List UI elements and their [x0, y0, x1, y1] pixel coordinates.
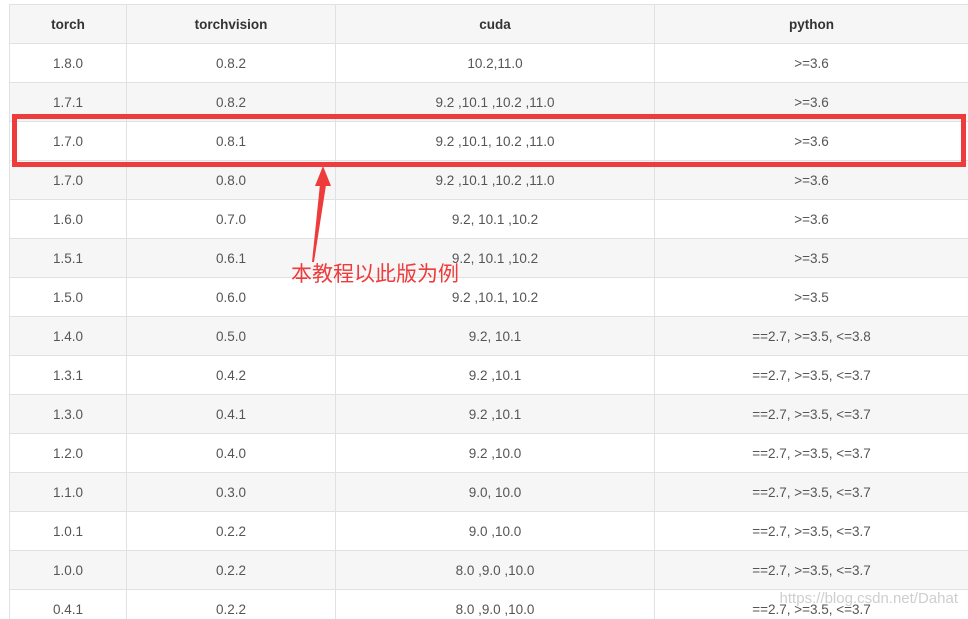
cell-torchvision: 0.4.1: [126, 394, 336, 434]
cell-cuda: 9.2, 10.1: [335, 316, 655, 356]
cell-torchvision: 0.8.2: [126, 43, 336, 83]
cell-torchvision: 0.2.2: [126, 589, 336, 619]
cell-cuda: 10.2,11.0: [335, 43, 655, 83]
cell-python: >=3.5: [654, 277, 968, 317]
column-header-torchvision: torchvision: [126, 4, 336, 44]
table-header: torch torchvision cuda python: [9, 4, 968, 44]
cell-torchvision: 0.3.0: [126, 472, 336, 512]
cell-torchvision: 0.8.1: [126, 121, 336, 161]
cell-torch: 1.3.1: [9, 355, 127, 395]
table-row: 1.1.0 0.3.0 9.0, 10.0 ==2.7, >=3.5, <=3.…: [9, 472, 968, 512]
cell-torch: 1.1.0: [9, 472, 127, 512]
cell-python: >=3.6: [654, 121, 968, 161]
cell-cuda: 9.2 ,10.1 ,10.2 ,11.0: [335, 160, 655, 200]
cell-python: ==2.7, >=3.5, <=3.8: [654, 316, 968, 356]
cell-cuda: 8.0 ,9.0 ,10.0: [335, 589, 655, 619]
cell-cuda: 9.2, 10.1 ,10.2: [335, 199, 655, 239]
cell-cuda: 9.0, 10.0: [335, 472, 655, 512]
table-body: 1.8.0 0.8.2 10.2,11.0 >=3.6 1.7.1 0.8.2 …: [9, 43, 968, 619]
header-row: torch torchvision cuda python: [9, 4, 968, 44]
table-row: 1.0.1 0.2.2 9.0 ,10.0 ==2.7, >=3.5, <=3.…: [9, 511, 968, 551]
cell-python: ==2.7, >=3.5, <=3.7: [654, 472, 968, 512]
cell-torch: 1.7.0: [9, 121, 127, 161]
cell-torch: 1.0.1: [9, 511, 127, 551]
watermark: https://blog.csdn.net/Dahat: [779, 590, 958, 607]
cell-python: >=3.6: [654, 199, 968, 239]
cell-torch: 1.4.0: [9, 316, 127, 356]
cell-cuda: 9.0 ,10.0: [335, 511, 655, 551]
version-compatibility-table: torch torchvision cuda python 1.8.0 0.8.…: [9, 4, 968, 619]
column-header-cuda: cuda: [335, 4, 655, 44]
table-row: 1.2.0 0.4.0 9.2 ,10.0 ==2.7, >=3.5, <=3.…: [9, 433, 968, 473]
cell-torchvision: 0.2.2: [126, 550, 336, 590]
cell-torch: 1.5.1: [9, 238, 127, 278]
table-row: 1.6.0 0.7.0 9.2, 10.1 ,10.2 >=3.6: [9, 199, 968, 239]
cell-torchvision: 0.8.2: [126, 82, 336, 122]
cell-torchvision: 0.4.0: [126, 433, 336, 473]
cell-torch: 1.8.0: [9, 43, 127, 83]
column-header-torch: torch: [9, 4, 127, 44]
cell-python: ==2.7, >=3.5, <=3.7: [654, 511, 968, 551]
cell-python: ==2.7, >=3.5, <=3.7: [654, 433, 968, 473]
table-row: 1.5.0 0.6.0 9.2 ,10.1, 10.2 >=3.5: [9, 277, 968, 317]
cell-python: >=3.6: [654, 160, 968, 200]
cell-python: ==2.7, >=3.5, <=3.7: [654, 394, 968, 434]
table-row: 1.7.0 0.8.0 9.2 ,10.1 ,10.2 ,11.0 >=3.6: [9, 160, 968, 200]
table-row-highlighted: 1.7.0 0.8.1 9.2 ,10.1, 10.2 ,11.0 >=3.6: [9, 121, 968, 161]
column-header-python: python: [654, 4, 968, 44]
cell-torch: 1.7.0: [9, 160, 127, 200]
cell-python: ==2.7, >=3.5, <=3.7: [654, 550, 968, 590]
cell-cuda: 8.0 ,9.0 ,10.0: [335, 550, 655, 590]
cell-torch: 1.5.0: [9, 277, 127, 317]
cell-cuda: 9.2 ,10.1 ,10.2 ,11.0: [335, 82, 655, 122]
cell-torch: 1.3.0: [9, 394, 127, 434]
table-row: 1.7.1 0.8.2 9.2 ,10.1 ,10.2 ,11.0 >=3.6: [9, 82, 968, 122]
cell-torch: 1.6.0: [9, 199, 127, 239]
page: torch torchvision cuda python 1.8.0 0.8.…: [0, 0, 968, 619]
table-row: 1.4.0 0.5.0 9.2, 10.1 ==2.7, >=3.5, <=3.…: [9, 316, 968, 356]
cell-torchvision: 0.4.2: [126, 355, 336, 395]
table-row: 1.5.1 0.6.1 9.2, 10.1 ,10.2 >=3.5: [9, 238, 968, 278]
cell-torchvision: 0.8.0: [126, 160, 336, 200]
cell-python: >=3.6: [654, 43, 968, 83]
table-row: 1.3.1 0.4.2 9.2 ,10.1 ==2.7, >=3.5, <=3.…: [9, 355, 968, 395]
cell-torch: 0.4.1: [9, 589, 127, 619]
cell-python: >=3.6: [654, 82, 968, 122]
cell-torch: 1.2.0: [9, 433, 127, 473]
table-row: 1.0.0 0.2.2 8.0 ,9.0 ,10.0 ==2.7, >=3.5,…: [9, 550, 968, 590]
cell-torchvision: 0.7.0: [126, 199, 336, 239]
cell-torch: 1.7.1: [9, 82, 127, 122]
cell-cuda: 9.2 ,10.1: [335, 394, 655, 434]
cell-torchvision: 0.5.0: [126, 316, 336, 356]
table-row: 1.8.0 0.8.2 10.2,11.0 >=3.6: [9, 43, 968, 83]
cell-cuda: 9.2 ,10.1, 10.2 ,11.0: [335, 121, 655, 161]
cell-python: ==2.7, >=3.5, <=3.7: [654, 355, 968, 395]
cell-cuda: 9.2 ,10.1: [335, 355, 655, 395]
cell-python: >=3.5: [654, 238, 968, 278]
table-row: 1.3.0 0.4.1 9.2 ,10.1 ==2.7, >=3.5, <=3.…: [9, 394, 968, 434]
annotation-label: 本教程以此版为例: [291, 262, 459, 286]
cell-torchvision: 0.2.2: [126, 511, 336, 551]
cell-torch: 1.0.0: [9, 550, 127, 590]
cell-cuda: 9.2 ,10.0: [335, 433, 655, 473]
